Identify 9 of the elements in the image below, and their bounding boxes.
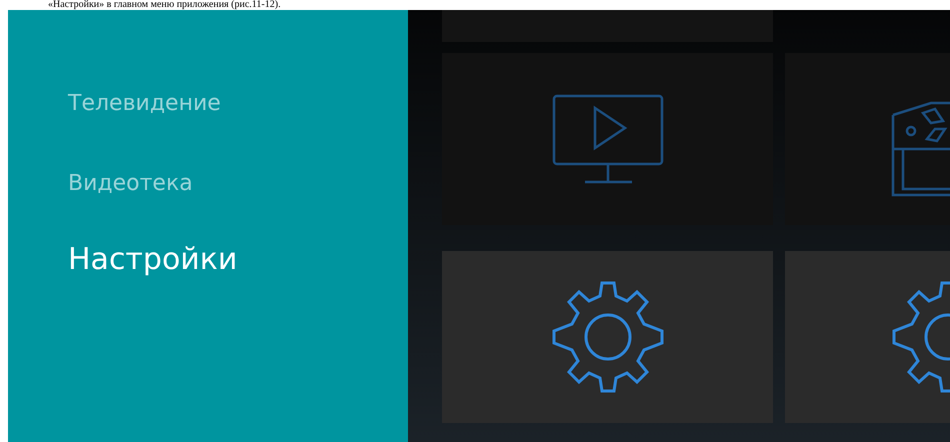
monitor-play-icon [552,94,664,184]
menu-item[interactable]: Видеотека [68,168,193,200]
menu-item[interactable]: Телевидение [68,88,221,120]
gear-icon [550,280,664,394]
tile[interactable] [442,53,773,225]
caption-text: «Настройки» в главном меню приложения (рис.11-12). [48,0,282,10]
menu-item[interactable]: Настройки [68,244,238,276]
tile[interactable] [442,251,773,423]
tile[interactable] [442,10,773,42]
